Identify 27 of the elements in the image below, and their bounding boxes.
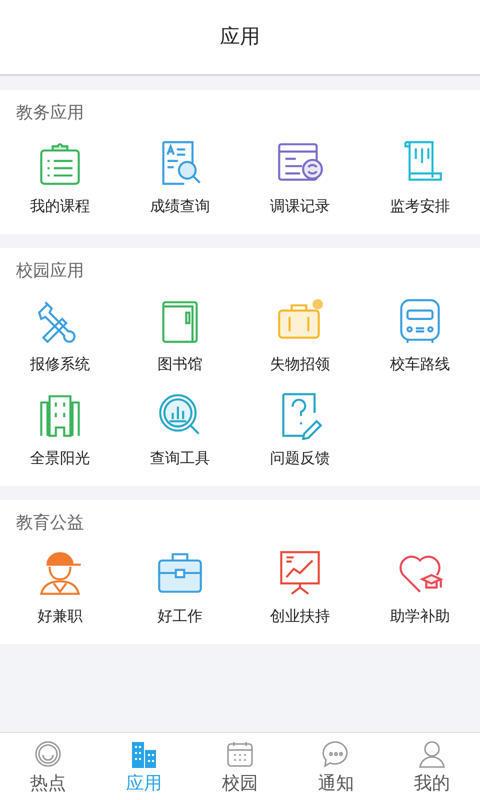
page-title: 应用: [220, 25, 260, 50]
section-title: 教育公益: [16, 512, 84, 534]
app-item[interactable]: 校车路线: [360, 294, 480, 388]
section-title: 教务应用: [16, 102, 84, 124]
app-item[interactable]: 查询工具: [120, 388, 240, 482]
tab[interactable]: 校园: [192, 733, 288, 800]
app-item[interactable]: 好工作: [120, 546, 240, 640]
tab[interactable]: 通知: [288, 733, 384, 800]
app-item[interactable]: 失物招领: [240, 294, 360, 388]
app-item[interactable]: 问题反馈: [240, 388, 360, 482]
app-item[interactable]: 成绩查询: [120, 136, 240, 230]
app-item[interactable]: 创业扶持: [240, 546, 360, 640]
app-item[interactable]: 报修系统: [0, 294, 120, 388]
app-item[interactable]: 监考安排: [360, 136, 480, 230]
smile-icon: [33, 740, 63, 770]
calendar-icon: [225, 740, 255, 770]
section-title: 校园应用: [16, 260, 84, 282]
person-icon: [417, 740, 447, 770]
app-item[interactable]: 全景阳光: [0, 388, 120, 482]
buildings-icon: [129, 740, 159, 770]
app-item[interactable]: 助学补助: [360, 546, 480, 640]
app-item[interactable]: 我的课程: [0, 136, 120, 230]
app-item[interactable]: 图书馆: [120, 294, 240, 388]
tab[interactable]: 我的: [384, 733, 480, 800]
app-item[interactable]: 好兼职: [0, 546, 120, 640]
tab[interactable]: 热点: [0, 733, 96, 800]
app-item[interactable]: 调课记录: [240, 136, 360, 230]
